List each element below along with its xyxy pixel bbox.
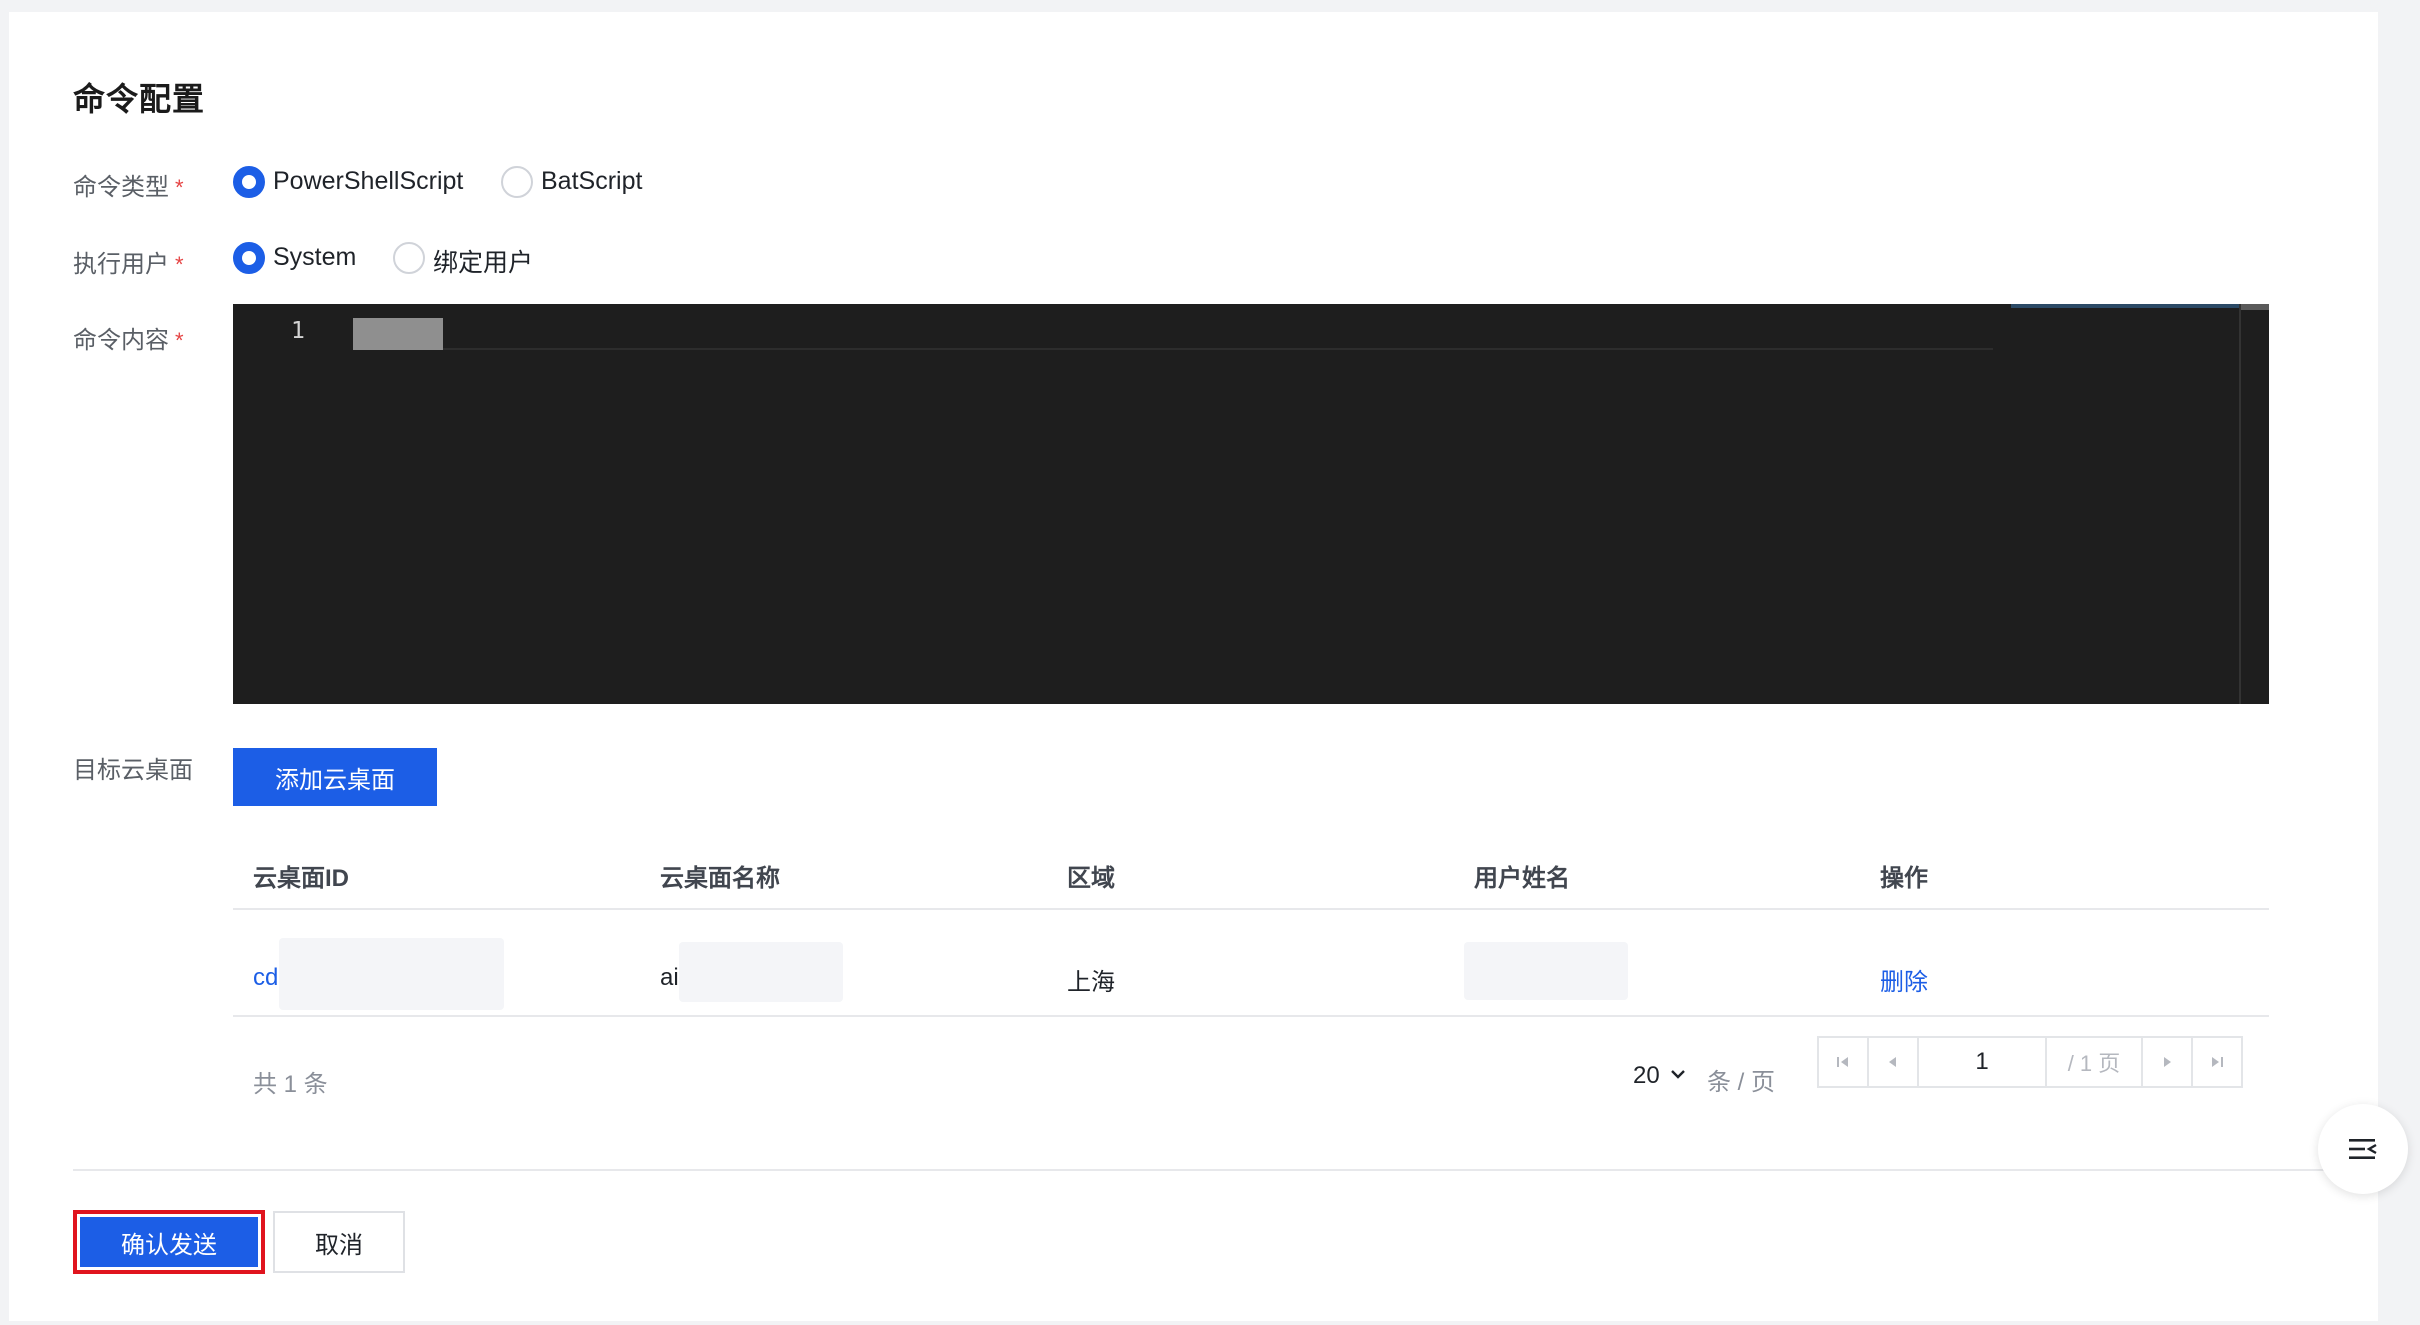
editor-scrollbar-thumb[interactable] — [2241, 304, 2269, 310]
cancel-button[interactable]: 取消 — [273, 1211, 405, 1273]
radio-label-bound-user[interactable]: 绑定用户 — [433, 243, 533, 279]
command-content-label-text: 命令内容 — [73, 327, 169, 354]
radio-batscript[interactable] — [501, 166, 533, 198]
confirm-send-button[interactable]: 确认发送 — [80, 1217, 258, 1267]
add-desktop-button[interactable]: 添加云桌面 — [233, 748, 437, 806]
menu-fold-icon — [2349, 1139, 2377, 1159]
radio-label-batscript[interactable]: BatScript — [541, 167, 642, 196]
prev-page-icon — [1889, 1057, 1896, 1067]
command-content-label: 命令内容 * — [73, 320, 184, 355]
delete-link[interactable]: 删除 — [1880, 962, 1928, 997]
required-mark: * — [175, 175, 184, 200]
radio-label-powershellscript[interactable]: PowerShellScript — [273, 167, 463, 196]
required-mark: * — [175, 328, 184, 353]
confirm-button-highlight: 确认发送 — [73, 1210, 265, 1274]
radio-powershellscript[interactable] — [233, 166, 265, 198]
last-page-button[interactable] — [2191, 1036, 2243, 1088]
next-page-button[interactable] — [2141, 1036, 2193, 1088]
command-type-label-text: 命令类型 — [73, 174, 169, 201]
desktop-id-link[interactable]: cd — [253, 964, 278, 992]
footer-divider — [73, 1169, 2329, 1171]
target-desktop-label: 目标云桌面 — [73, 757, 193, 784]
desktop-name-cell: ai — [660, 964, 679, 991]
code-editor[interactable]: 1 — [233, 304, 2269, 704]
column-header-desktop-id: 云桌面ID — [253, 865, 349, 892]
required-mark: * — [175, 252, 184, 277]
exec-user-label-text: 执行用户 — [73, 251, 169, 278]
chevron-down-icon — [1670, 1067, 1686, 1085]
text-cursor — [353, 318, 443, 350]
section-title: 命令配置 — [73, 81, 206, 117]
radio-label-system[interactable]: System — [273, 243, 356, 272]
column-header-region: 区域 — [1067, 865, 1115, 892]
last-page-icon — [2212, 1057, 2223, 1067]
total-pages: / 1 页 — [2045, 1036, 2143, 1088]
total-count: 共 1 条 — [253, 1071, 328, 1098]
pagination-controls: 1 / 1 页 — [1817, 1036, 2243, 1088]
redacted-desktop-id — [279, 938, 504, 1010]
next-page-icon — [2164, 1057, 2171, 1067]
float-menu-button[interactable] — [2318, 1104, 2408, 1194]
radio-system[interactable] — [233, 242, 265, 274]
column-header-user-name: 用户姓名 — [1474, 865, 1570, 892]
page-size-unit: 条 / 页 — [1707, 1069, 1776, 1096]
redacted-desktop-name — [679, 942, 843, 1002]
current-page-input[interactable]: 1 — [1917, 1036, 2047, 1088]
first-page-icon — [1837, 1057, 1848, 1067]
radio-bound-user[interactable] — [393, 242, 425, 274]
editor-scrollbar-track[interactable] — [2239, 304, 2241, 704]
prev-page-button[interactable] — [1867, 1036, 1919, 1088]
column-header-action: 操作 — [1880, 865, 1928, 892]
line-number: 1 — [291, 318, 305, 344]
page-size-value: 20 — [1633, 1062, 1660, 1089]
command-config-card: 命令配置 命令类型 * PowerShellScript BatScript 执行… — [9, 12, 2378, 1321]
redacted-user-name — [1464, 942, 1628, 1000]
minimap-indicator — [2011, 304, 2241, 308]
current-line-highlight — [353, 348, 1993, 350]
first-page-button[interactable] — [1817, 1036, 1869, 1088]
region-cell: 上海 — [1067, 969, 1115, 996]
table-header-divider — [233, 908, 2269, 910]
page-size-select[interactable]: 20 — [1633, 1062, 1686, 1090]
table-row-divider — [233, 1015, 2269, 1017]
exec-user-label: 执行用户 * — [73, 244, 184, 279]
column-header-desktop-name: 云桌面名称 — [660, 865, 780, 892]
command-type-label: 命令类型 * — [73, 167, 184, 202]
